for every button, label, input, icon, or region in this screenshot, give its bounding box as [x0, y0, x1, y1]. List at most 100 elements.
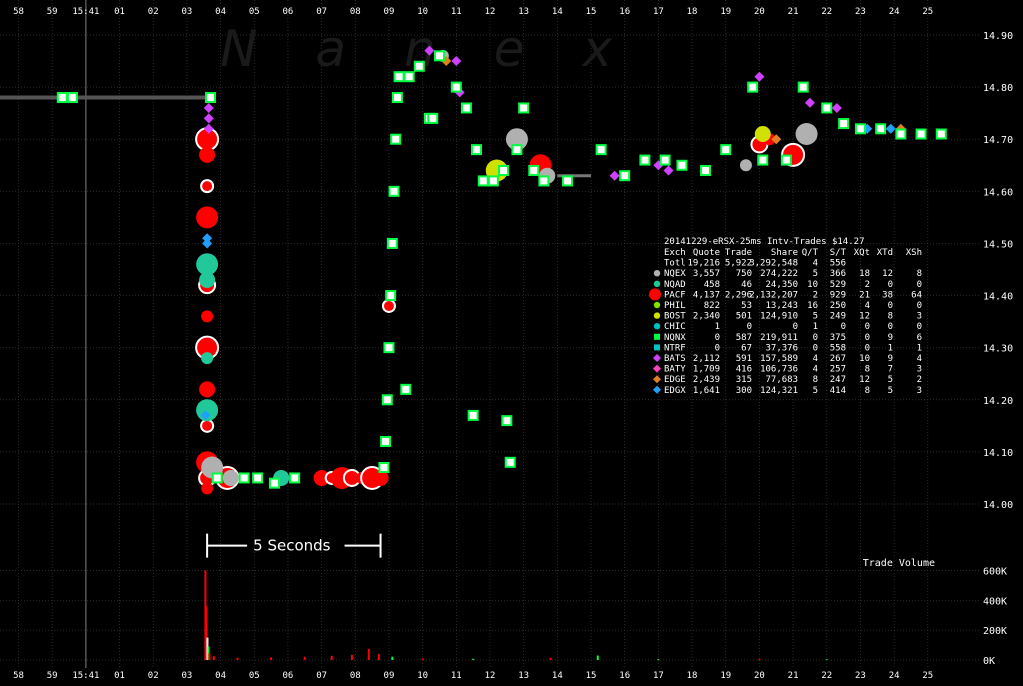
- stats-cell: 529: [830, 280, 846, 290]
- stats-cell: 5,922: [725, 259, 752, 269]
- trade-mark-square: [471, 144, 483, 156]
- stats-cell: 0: [888, 280, 893, 290]
- stats-cell: 4: [865, 301, 870, 311]
- stats-cell: 0: [917, 280, 922, 290]
- stats-cell: PHIL: [664, 301, 686, 311]
- time-tick-label-bottom: 07: [316, 671, 327, 681]
- stats-cell: 0: [813, 343, 818, 353]
- stats-cell: 8: [917, 269, 922, 279]
- price-tick-label: 14.10: [983, 448, 1013, 459]
- stats-cell: 4,137: [693, 290, 720, 300]
- stats-cell: 0: [865, 322, 870, 332]
- trade-mark-square: [386, 237, 398, 249]
- stats-cell: 2: [865, 280, 870, 290]
- price-tick-label: 14.50: [983, 239, 1013, 250]
- volume-bar: [330, 655, 333, 660]
- stats-cell: 1: [813, 322, 818, 332]
- stats-cell: 10: [807, 280, 818, 290]
- time-tick-label-top: 20: [754, 7, 765, 17]
- trade-mark-square: [747, 81, 759, 93]
- trade-mark-square: [413, 60, 425, 72]
- trade-mark-circle: [754, 126, 771, 143]
- trade-mark-circle: [201, 482, 214, 495]
- time-tick-label-top: 59: [47, 7, 58, 17]
- price-tick-label: 14.00: [983, 500, 1013, 511]
- stats-cell: 257: [830, 365, 846, 375]
- trade-mark-square: [383, 342, 395, 354]
- time-tick-label-bottom: 58: [13, 671, 24, 681]
- time-tick-label-top: 16: [619, 7, 630, 17]
- time-tick-label-bottom: 15: [586, 671, 597, 681]
- stats-cell: 501: [736, 312, 752, 322]
- stats-cell: 274,222: [760, 269, 798, 279]
- annotation-label: 5 Seconds: [253, 537, 331, 555]
- time-tick-label-bottom: 05: [249, 671, 260, 681]
- stats-cell: 558: [830, 343, 846, 353]
- trade-mark-square: [390, 133, 402, 145]
- price-tick-label: 14.90: [983, 31, 1013, 42]
- volume-tick-label: 600K: [983, 566, 1007, 577]
- stats-cell: 3: [917, 365, 922, 375]
- trade-mark-square: [403, 71, 415, 83]
- stats-cell: 3,292,548: [749, 259, 798, 269]
- stats-cell: 77,683: [765, 375, 798, 385]
- time-tick-label-bottom: 15:41: [72, 671, 99, 681]
- stats-cell: 3,557: [693, 269, 720, 279]
- legend-marker-square: [654, 344, 660, 351]
- time-tick-label-top: 15:41: [72, 7, 99, 17]
- stats-cell: 556: [830, 259, 846, 269]
- stats-cell: 0: [715, 343, 720, 353]
- stats-cell: 18: [859, 269, 870, 279]
- stats-cell: 0: [888, 301, 893, 311]
- stats-cell: 1,641: [693, 386, 720, 396]
- time-tick-label-top: 07: [316, 7, 327, 17]
- stats-cell: 2,439: [693, 375, 720, 385]
- stats-cell: 9: [888, 354, 893, 364]
- trade-mark-square: [595, 144, 607, 156]
- stats-cell: 219,911: [760, 333, 798, 343]
- stats-cell: 64: [911, 290, 922, 300]
- stats-cell: 247: [830, 375, 846, 385]
- chart-svg: Nanex 5 Seconds Trade Volume 14.00 14.10 1…: [0, 0, 1023, 682]
- stats-header-cell: Trade: [725, 248, 752, 258]
- trade-mark-square: [659, 154, 671, 166]
- stats-cell: 7: [888, 365, 893, 375]
- volume-bar: [208, 653, 211, 660]
- trade-mark-square: [391, 92, 403, 104]
- stats-cell: 0: [747, 322, 752, 332]
- stats-cell: 2,112: [693, 354, 720, 364]
- volume-bar: [825, 659, 828, 660]
- trade-mark-square: [385, 290, 397, 302]
- time-tick-label-top: 58: [13, 7, 24, 17]
- time-tick-label-top: 17: [653, 7, 664, 17]
- volume-title: Trade Volume: [863, 558, 935, 569]
- stats-cell: 0: [865, 333, 870, 343]
- trade-mark-square: [204, 92, 216, 104]
- stats-header-cell: Quote: [693, 248, 720, 258]
- volume-bar: [350, 654, 353, 660]
- time-tick-label-bottom: 22: [821, 671, 832, 681]
- legend-marker-circle: [653, 323, 661, 330]
- trade-mark-square: [388, 185, 400, 197]
- stats-cell: 0: [715, 333, 720, 343]
- trade-mark-square: [700, 164, 712, 176]
- stats-title: 20141229-eRSX-25ms Intv-Trades $14.27: [664, 237, 864, 247]
- stats-cell: 0: [793, 322, 798, 332]
- time-tick-label-top: 23: [855, 7, 866, 17]
- time-tick-label-top: 14: [552, 7, 563, 17]
- stats-cell: 315: [736, 375, 752, 385]
- trade-mark-square: [238, 472, 250, 484]
- time-tick-label-top: 06: [283, 7, 294, 17]
- volume-tick-label: 200K: [983, 626, 1007, 637]
- time-tick-label-top: 13: [518, 7, 529, 17]
- trade-mark-square: [528, 164, 540, 176]
- stats-cell: PACF: [664, 290, 686, 300]
- volume-bar: [367, 648, 370, 660]
- trade-mark-square: [477, 175, 489, 187]
- stats-cell: 0: [888, 322, 893, 332]
- trade-mark-square: [854, 123, 866, 135]
- stats-cell: 249: [830, 312, 846, 322]
- stats-header-cell: S/T: [830, 248, 847, 258]
- trade-mark-square: [450, 81, 462, 93]
- price-tick-label: 14.20: [983, 396, 1013, 407]
